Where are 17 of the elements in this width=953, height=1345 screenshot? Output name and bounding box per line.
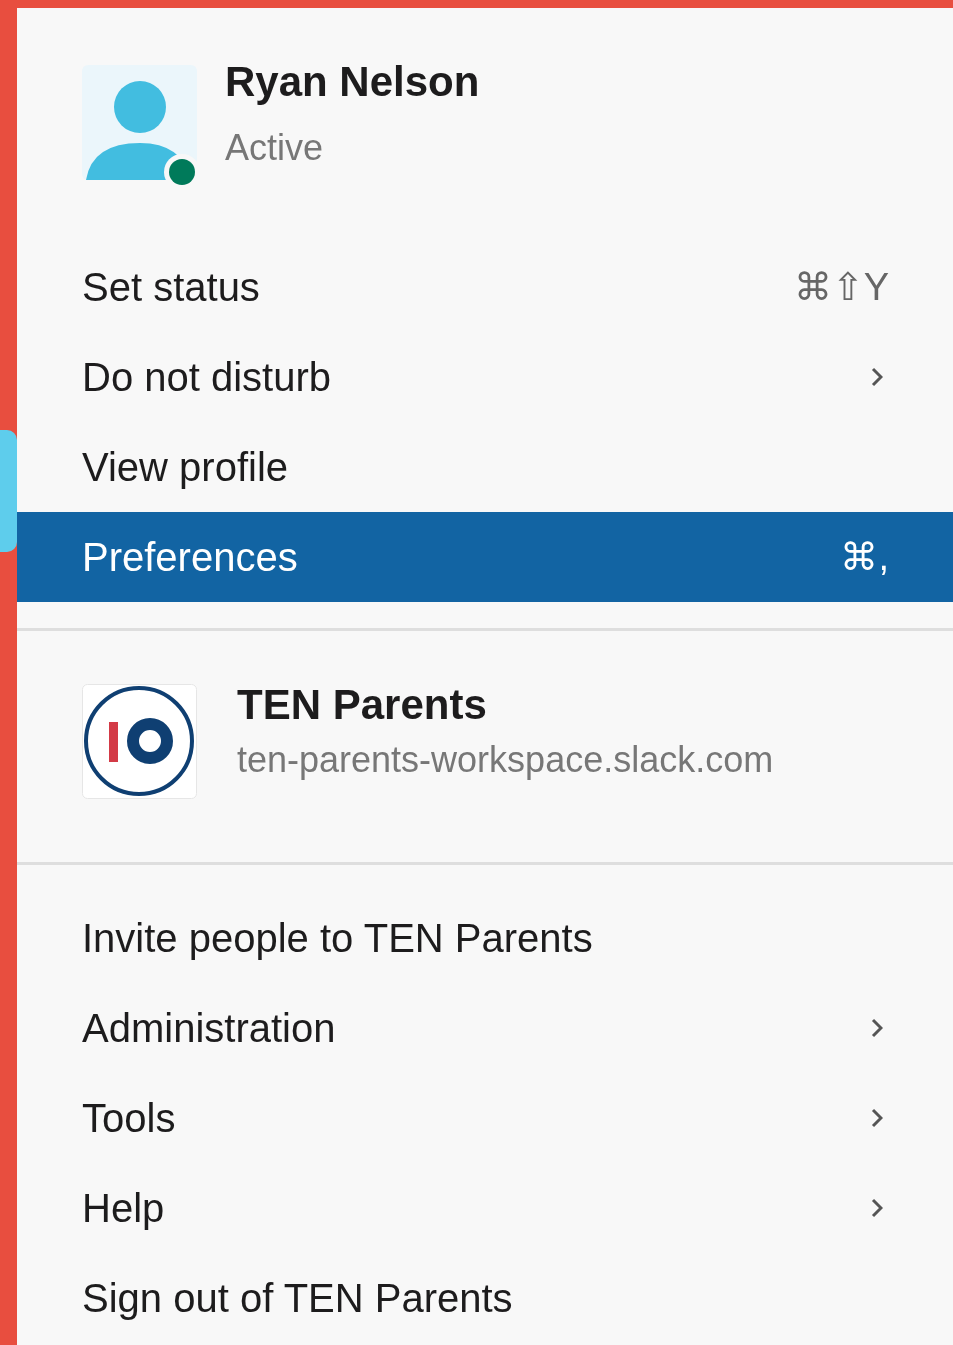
menu-item[interactable]: Help <box>17 1163 953 1253</box>
menu-item[interactable]: Sign out of TEN Parents <box>17 1253 953 1343</box>
shortcut-label: ⌘⇧Y <box>793 265 889 309</box>
menu-item[interactable]: View profile <box>17 422 953 512</box>
menu-item[interactable]: Invite people to TEN Parents <box>17 893 953 983</box>
user-name: Ryan Nelson <box>225 56 480 107</box>
scroll-handle[interactable] <box>0 430 17 552</box>
menu-item[interactable]: Set status ⌘⇧Y <box>17 242 953 332</box>
menu-item[interactable]: Do not disturb <box>17 332 953 422</box>
workspace-name: TEN Parents <box>237 679 488 730</box>
shortcut-label: ⌘, <box>840 535 889 579</box>
menu-item[interactable]: Administration <box>17 983 953 1073</box>
workspace-url: ten-parents-workspace.slack.com <box>237 737 774 782</box>
menu-item[interactable]: Tools <box>17 1073 953 1163</box>
user-status: Active <box>225 125 325 170</box>
avatar-icon <box>82 65 197 180</box>
menu-item[interactable]: Preferences ⌘, <box>17 512 953 602</box>
